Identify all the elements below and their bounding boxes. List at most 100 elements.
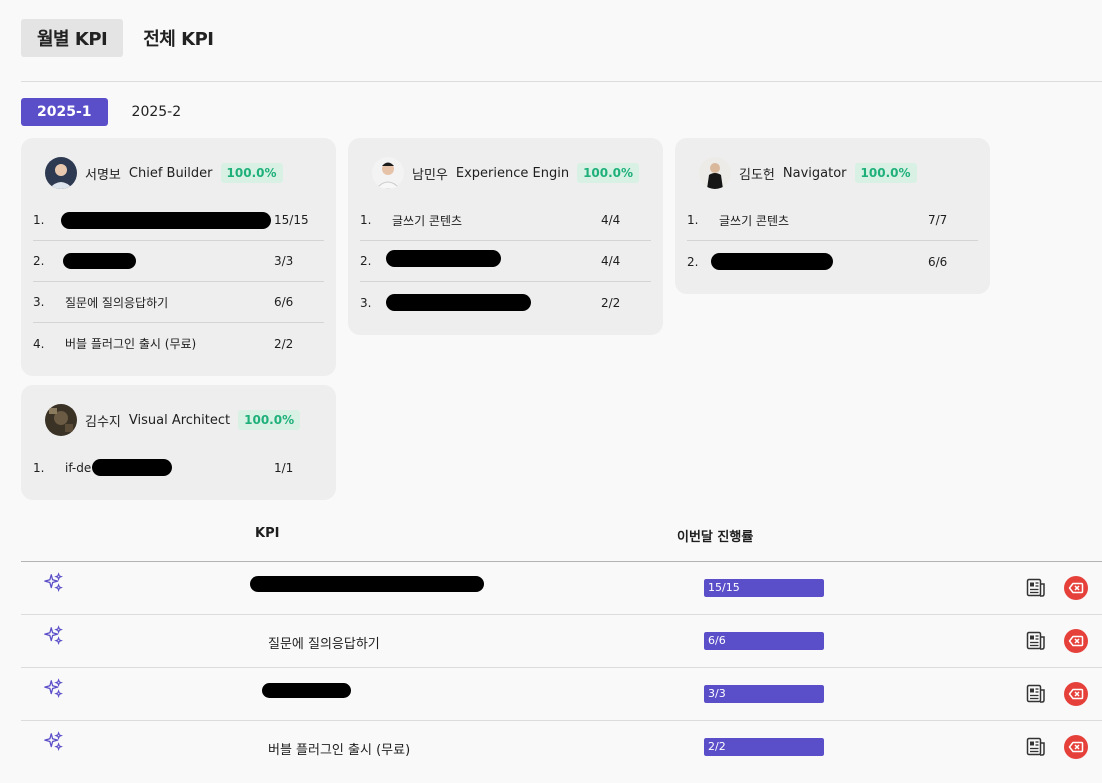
kpi-count: 4/4 — [601, 254, 621, 268]
delete-icon[interactable] — [1064, 629, 1088, 653]
kpi-item[interactable]: 2. 4/4 — [360, 241, 651, 282]
member-card-1: 서명보 Chief Builder 100.0% 1. 15/15 2. 3/3… — [21, 138, 336, 376]
kpi-name — [386, 282, 601, 323]
delete-icon[interactable] — [1064, 576, 1088, 600]
delete-icon[interactable] — [1064, 682, 1088, 706]
kpi-count: 6/6 — [928, 254, 948, 269]
redaction — [262, 683, 351, 698]
avatar — [372, 157, 404, 189]
kpi-count: 3/3 — [274, 254, 294, 268]
period-tab-2025-1[interactable]: 2025-1 — [21, 98, 108, 126]
kpi-count: 15/15 — [274, 213, 309, 227]
kpi-name: 글쓰기 콘텐츠 — [392, 213, 463, 228]
progress-label: 3/3 — [708, 687, 726, 700]
kpi-name — [711, 241, 928, 282]
member-percent-badge: 100.0% — [238, 410, 301, 430]
redaction — [386, 250, 501, 267]
redaction — [92, 459, 172, 476]
kpi-number: 1. — [33, 460, 45, 475]
kpi-name: 질문에 질의응답하기 — [65, 295, 169, 310]
member-name: 남민우 — [412, 167, 448, 183]
main-tabs: 월별 KPI 전체 KPI — [21, 19, 229, 57]
kpi-count: 7/7 — [928, 213, 948, 227]
kpi-item[interactable]: 1. 15/15 — [33, 200, 324, 241]
row-kpi-name: 질문에 질의응답하기 — [268, 637, 380, 652]
member-name: 김도헌 — [739, 167, 775, 183]
kpi-count: 4/4 — [601, 213, 621, 227]
row-kpi-name: 버블 플러그인 출시 (무료) — [268, 743, 411, 758]
kpi-item[interactable]: 4. 버블 플러그인 출시 (무료) 2/2 — [33, 323, 324, 364]
progress-bar: 3/3 — [704, 685, 824, 703]
table-row[interactable]: 질문에 질의응답하기 6/6 — [21, 615, 1102, 668]
redaction — [63, 253, 136, 269]
document-icon[interactable] — [1026, 684, 1046, 704]
document-icon[interactable] — [1026, 631, 1046, 651]
kpi-item[interactable]: 2. 6/6 — [687, 241, 978, 282]
tab-total-kpi[interactable]: 전체 KPI — [127, 19, 229, 57]
kpi-table: KPI 이번달 진행률 15/15 질문에 질의응답하기 6/6 3/3 버블 … — [21, 508, 1102, 774]
redaction — [386, 294, 531, 311]
member-card-4: 김수지 Visual Architect 100.0% 1. if-de 1/1 — [21, 385, 336, 500]
member-name: 서명보 — [85, 167, 121, 183]
kpi-item[interactable]: 3. 질문에 질의응답하기 6/6 — [33, 282, 324, 323]
sparkle-icon — [44, 731, 63, 751]
kpi-name — [63, 241, 274, 281]
period-tab-2025-2[interactable]: 2025-2 — [116, 98, 198, 126]
delete-icon[interactable] — [1064, 735, 1088, 759]
member-percent-badge: 100.0% — [854, 163, 917, 183]
progress-label: 15/15 — [708, 581, 740, 594]
kpi-item[interactable]: 2. 3/3 — [33, 241, 324, 282]
column-header-kpi: KPI — [255, 526, 280, 541]
kpi-number: 1. — [687, 213, 699, 227]
table-row[interactable]: 버블 플러그인 출시 (무료) 2/2 — [21, 721, 1102, 774]
period-tabs: 2025-1 2025-2 — [21, 98, 197, 126]
kpi-name: 버블 플러그인 출시 (무료) — [65, 337, 197, 351]
member-header: 서명보 Chief Builder 100.0% — [33, 156, 324, 190]
kpi-name — [61, 200, 274, 240]
avatar — [45, 404, 77, 436]
document-icon[interactable] — [1026, 737, 1046, 757]
kpi-item[interactable]: 1. 글쓰기 콘텐츠 4/4 — [360, 200, 651, 241]
redaction — [711, 253, 833, 270]
kpi-item[interactable]: 1. if-de 1/1 — [33, 447, 324, 488]
kpi-number: 4. — [33, 336, 45, 351]
avatar — [699, 157, 731, 189]
table-header: KPI 이번달 진행률 — [21, 508, 1102, 562]
progress-bar: 15/15 — [704, 579, 824, 597]
kpi-name — [386, 241, 601, 281]
progress-label: 2/2 — [708, 740, 726, 753]
table-row[interactable]: 15/15 — [21, 562, 1102, 615]
kpi-number: 3. — [33, 295, 45, 309]
kpi-name: if-de — [65, 447, 274, 488]
sparkle-icon — [44, 678, 63, 698]
kpi-number: 1. — [360, 213, 372, 227]
kpi-count: 2/2 — [274, 336, 294, 351]
sparkle-icon — [44, 625, 63, 645]
member-name: 김수지 — [85, 414, 121, 430]
member-role: Navigator — [782, 165, 847, 181]
progress-bar: 6/6 — [704, 632, 824, 650]
table-row[interactable]: 3/3 — [21, 668, 1102, 721]
kpi-count: 6/6 — [274, 295, 294, 309]
progress-label: 6/6 — [708, 634, 726, 647]
member-role: Visual Architect — [128, 412, 231, 428]
kpi-number: 2. — [33, 254, 45, 268]
kpi-item[interactable]: 3. 2/2 — [360, 282, 651, 323]
member-percent-badge: 100.0% — [220, 163, 283, 183]
kpi-item[interactable]: 1. 글쓰기 콘텐츠 7/7 — [687, 200, 978, 241]
avatar — [45, 157, 77, 189]
kpi-count: 1/1 — [274, 460, 294, 475]
sparkle-icon — [44, 572, 63, 592]
member-card-3: 김도헌 Navigator 100.0% 1. 글쓰기 콘텐츠 7/7 2. 6… — [675, 138, 990, 294]
redaction — [250, 576, 484, 592]
member-header: 김수지 Visual Architect 100.0% — [33, 403, 324, 437]
member-card-2: 남민우 Experience Engin 100.0% 1. 글쓰기 콘텐츠 4… — [348, 138, 663, 335]
document-icon[interactable] — [1026, 578, 1046, 598]
member-header: 남민우 Experience Engin 100.0% — [360, 156, 651, 190]
kpi-count: 2/2 — [601, 295, 621, 310]
tab-monthly-kpi[interactable]: 월별 KPI — [21, 19, 124, 57]
member-role: Chief Builder — [128, 165, 213, 181]
member-header: 김도헌 Navigator 100.0% — [687, 156, 978, 190]
header-divider — [21, 81, 1102, 82]
member-percent-badge: 100.0% — [577, 163, 640, 183]
